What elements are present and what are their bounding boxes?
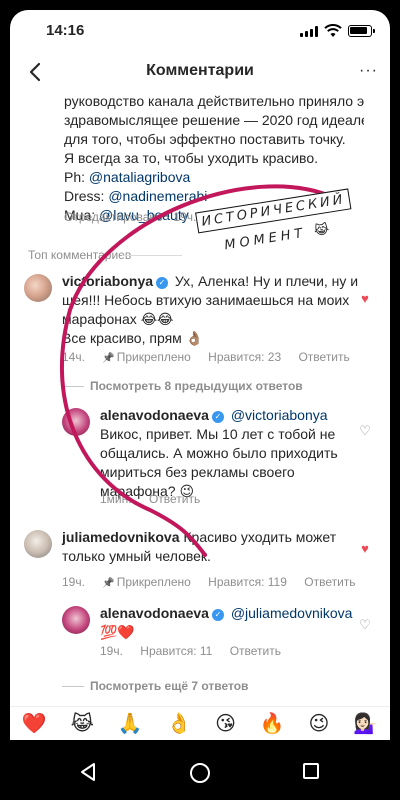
comment-meta: 19ч. Прикреплено Нравится: 119 Ответить <box>62 575 370 589</box>
emoji-wink[interactable]: 😉 <box>309 711 330 736</box>
avatar[interactable] <box>62 408 90 436</box>
mention-link[interactable]: @nadinemerabi <box>108 188 207 204</box>
comment-meta: 1мин. Ответить <box>100 492 214 506</box>
wifi-icon <box>324 24 342 37</box>
status-bar: 14:16 <box>10 10 390 54</box>
like-heart-icon[interactable]: ♥ <box>358 292 372 306</box>
comment-body: Все красиво, прям 👌🏽 <box>62 330 204 346</box>
comment-text: alenavodonaeva ✓ @juliamedovnikova 💯❤️ <box>100 604 360 642</box>
emoji-ok-hand[interactable]: 👌 <box>166 711 191 736</box>
comment-body: 💯❤️ <box>100 624 135 640</box>
reply-button[interactable]: Ответить <box>304 575 355 589</box>
pinned-label: Прикреплено <box>102 575 191 589</box>
comment-username[interactable]: juliamedovnikova <box>62 529 179 545</box>
comment-time: 14ч. <box>62 350 85 364</box>
edited-label: Отредактировано · 19ч. <box>64 210 197 224</box>
status-time: 14:16 <box>46 22 85 39</box>
comment-time: 1мин. <box>100 492 132 506</box>
reply-button[interactable]: Ответить <box>230 644 281 658</box>
more-options-icon[interactable]: ··· <box>359 62 378 80</box>
comment-username[interactable]: victoriabonya <box>62 273 153 289</box>
recents-square-icon[interactable] <box>302 762 320 780</box>
divider <box>62 686 84 687</box>
like-count[interactable]: Нравится: 119 <box>208 575 287 589</box>
comment-text: victoriabonya ✓ Ух, Аленка! Ну и плечи, н… <box>62 272 362 348</box>
avatar[interactable] <box>24 530 52 558</box>
avatar[interactable] <box>62 606 90 634</box>
mention-link[interactable]: @victoriabonya <box>231 407 328 423</box>
mention-link[interactable]: @nataliagribova <box>89 169 190 185</box>
emoji-kiss[interactable]: 😘 <box>215 711 236 736</box>
battery-icon <box>348 25 375 37</box>
comments-screen: 14:16 Комментарии ··· руководство канала… <box>10 10 390 740</box>
pinned-label: Прикреплено <box>102 350 191 364</box>
top-comments-label[interactable]: Топ комментариев <box>28 248 131 262</box>
comment-body: Викос, привет. Мы 10 лет с тобой не обща… <box>100 426 338 499</box>
divider <box>62 386 84 387</box>
comment-time: 19ч. <box>100 644 123 658</box>
emoji-tipping-hand[interactable]: 💁🏻‍♀️ <box>353 711 378 736</box>
nav-bar: Комментарии ··· <box>10 54 390 90</box>
caption-line: здравомыслящее решение — 2020 год идеале… <box>64 112 364 128</box>
back-triangle-icon[interactable] <box>78 762 98 782</box>
reply-button[interactable]: Ответить <box>298 350 349 364</box>
comment-username[interactable]: alenavodonaeva <box>100 605 209 621</box>
page-title: Комментарии <box>146 62 254 79</box>
like-heart-icon[interactable]: ♡ <box>358 618 372 632</box>
comment-text: alenavodonaeva ✓ @victoriabonya Викос, пр… <box>100 406 360 501</box>
like-heart-icon[interactable]: ♥ <box>358 542 372 556</box>
emoji-cat-tears[interactable]: 😹 <box>71 711 94 736</box>
emoji-quick-bar: ❤️ 😹 🙏 👌 😘 🔥 😉 💁🏻‍♀️ <box>10 706 390 740</box>
emoji-heart[interactable]: ❤️ <box>22 711 47 736</box>
caption-line: Я всегда за то, чтобы уходить красиво. <box>64 150 318 166</box>
android-nav-bar <box>0 740 400 800</box>
phone-frame: 14:16 Комментарии ··· руководство канала… <box>0 0 400 800</box>
cellular-signal-icon <box>300 26 318 37</box>
home-circle-icon[interactable] <box>189 762 211 784</box>
comment-meta: 14ч. Прикреплено Нравится: 23 Ответить <box>62 350 364 364</box>
like-heart-icon[interactable]: ♡ <box>358 424 372 438</box>
emoji-fire[interactable]: 🔥 <box>260 711 285 736</box>
comment-meta: 19ч. Нравится: 11 Ответить <box>100 644 295 658</box>
comment-username[interactable]: alenavodonaeva <box>100 407 209 423</box>
avatar[interactable] <box>24 274 52 302</box>
mention-link[interactable]: @juliamedovnikova <box>231 605 353 621</box>
credit-label: Dress: <box>64 188 109 204</box>
emoji-pray[interactable]: 🙏 <box>118 711 143 736</box>
reply-button[interactable]: Ответить <box>149 492 200 506</box>
caption-line: руководство канала действительно приняло… <box>64 93 364 109</box>
comment-time: 19ч. <box>62 575 85 589</box>
view-replies-button[interactable]: Посмотреть 8 предыдущих ответов <box>90 379 303 393</box>
credit-label: Ph: <box>64 169 89 185</box>
verified-badge-icon: ✓ <box>156 277 169 289</box>
like-count[interactable]: Нравится: 11 <box>140 644 212 658</box>
verified-badge-icon: ✓ <box>211 411 224 423</box>
divider <box>122 255 182 256</box>
comment-text: juliamedovnikova Красиво уходить может т… <box>62 528 362 566</box>
like-count[interactable]: Нравится: 23 <box>208 350 281 364</box>
view-replies-button[interactable]: Посмотреть ещё 7 ответов <box>90 679 248 693</box>
verified-badge-icon: ✓ <box>211 609 224 621</box>
caption-line: для того, чтобы эффектно поставить точку… <box>64 131 346 147</box>
